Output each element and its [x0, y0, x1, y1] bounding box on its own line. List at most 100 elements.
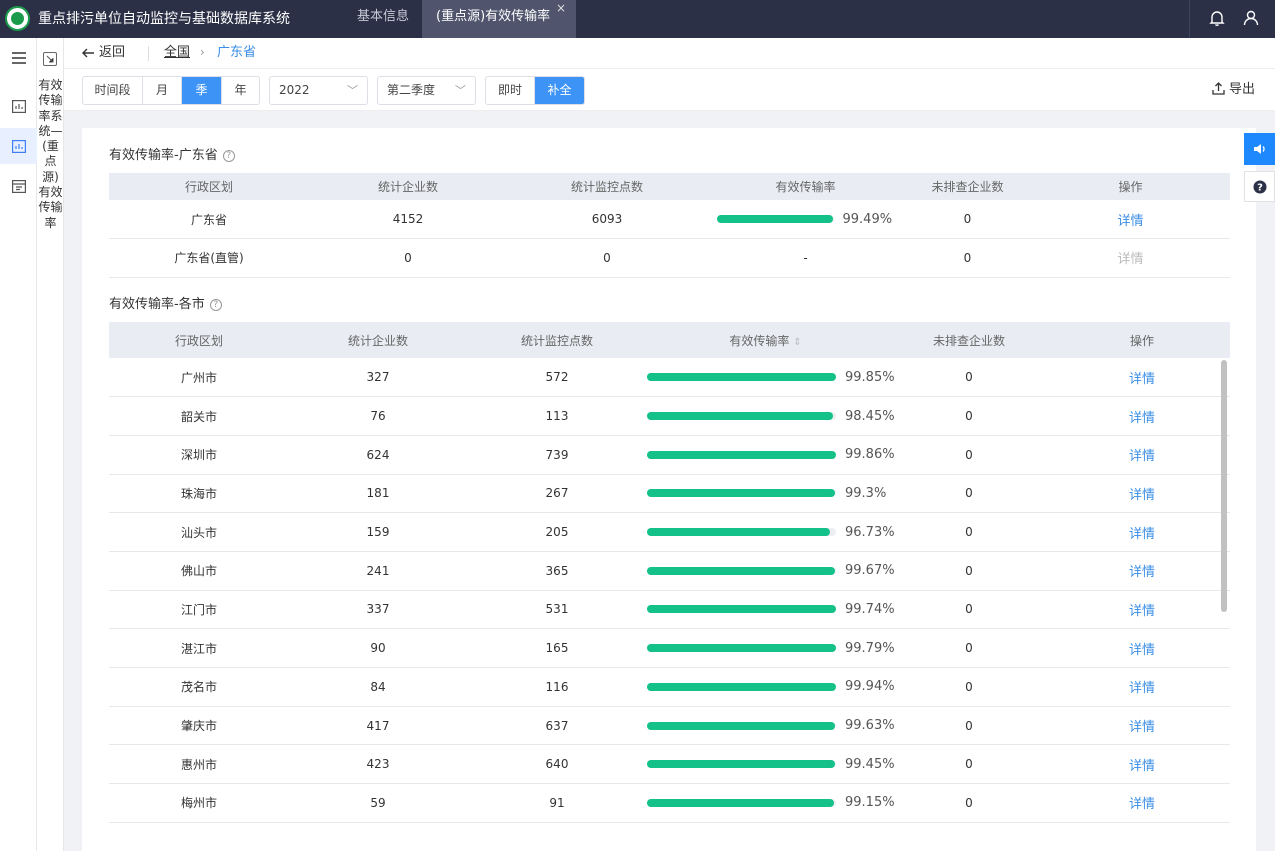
detail-link[interactable]: 详情 — [1117, 214, 1143, 229]
monitor-point-count-cell: 365 — [467, 551, 647, 591]
rate-progress-bar — [647, 605, 836, 614]
top-bar: 重点排污单位自动监控与基础数据库系统 基本信息 (重点源)有效传输率 × — [0, 0, 1275, 38]
detail-link[interactable]: 详情 — [1129, 759, 1155, 774]
period-button-range[interactable]: 时间段 — [83, 77, 143, 104]
detail-link[interactable]: 详情 — [1129, 643, 1155, 658]
action-cell: 详情 — [1054, 667, 1230, 707]
speaker-icon — [1253, 144, 1265, 154]
transmission-rate-cell: 99.63% — [647, 706, 895, 746]
province-section-title: 有效传输率-广东省? — [109, 144, 235, 163]
region-cell: 惠州市 — [109, 744, 289, 785]
close-icon[interactable]: × — [556, 0, 566, 25]
rate-progress-fill — [647, 760, 835, 769]
table-header-row: 行政区划 统计企业数 统计监控点数 有效传输率 未排查企业数 操作 — [109, 173, 1230, 200]
divider — [148, 46, 149, 61]
bell-icon[interactable] — [1208, 9, 1226, 27]
enterprise-count-cell: 84 — [289, 667, 467, 707]
unchecked-count-cell: 0 — [884, 590, 1054, 630]
action-cell: 详情 — [1054, 706, 1230, 746]
action-cell: 详情 — [1054, 358, 1230, 398]
rate-progress-bar — [647, 450, 836, 459]
table-row: 广东省(直管) 0 0-0 详情 — [109, 238, 1230, 278]
chart-icon[interactable] — [0, 88, 37, 124]
mode-button-complete[interactable]: 补全 — [535, 77, 584, 104]
enterprise-count-cell: 90 — [289, 628, 467, 668]
detail-link[interactable]: 详情 — [1129, 449, 1155, 464]
database-icon[interactable] — [0, 168, 37, 204]
transmission-rate-cell: 99.74% — [647, 590, 895, 630]
rate-progress-bar — [647, 644, 836, 653]
breadcrumb-root[interactable]: 全国 — [164, 38, 190, 67]
rate-value: 99.79% — [845, 640, 895, 656]
city-table: 行政区划 统计企业数 统计监控点数 有效传输率 ⇕ 未排查企业数 操作 广州市 3… — [109, 322, 1230, 823]
region-cell: 佛山市 — [109, 551, 289, 591]
region-cell: 湛江市 — [109, 628, 289, 668]
monitor-chart-icon[interactable] — [0, 128, 37, 164]
detail-link: 详情 — [1117, 252, 1144, 268]
rate-progress-bar — [647, 721, 836, 730]
rate-value: 99.45% — [845, 756, 895, 772]
chevron-right-icon: › — [200, 45, 205, 59]
column-header-sortable[interactable]: 有效传输率 ⇕ — [647, 322, 884, 358]
transmission-rate-cell: 99.49% — [707, 200, 904, 239]
monitor-point-count-cell: 91 — [467, 783, 647, 823]
region-cell: 珠海市 — [109, 474, 289, 514]
period-button-quarter[interactable]: 季 — [182, 77, 222, 104]
detail-link[interactable]: 详情 — [1129, 565, 1155, 580]
year-select[interactable]: 2022 ﹀ — [269, 76, 368, 105]
logo-icon — [5, 6, 30, 31]
action-cell: 详情 — [1054, 628, 1230, 668]
detail-link[interactable]: 详情 — [1129, 372, 1155, 387]
city-section-title: 有效传输率-各市? — [109, 293, 222, 312]
sort-icon[interactable]: ⇕ — [793, 337, 801, 348]
rate-value: 99.63% — [845, 718, 895, 734]
menu-icon[interactable] — [0, 40, 37, 76]
enterprise-count-cell: 417 — [289, 706, 467, 746]
help-icon[interactable]: ? — [222, 149, 235, 162]
tab-effective-transmission[interactable]: (重点源)有效传输率 × — [422, 0, 576, 38]
export-button[interactable]: 导出 — [1212, 76, 1255, 104]
detail-link[interactable]: 详情 — [1129, 527, 1155, 542]
detail-link[interactable]: 详情 — [1129, 488, 1155, 503]
rate-progress-fill — [647, 373, 836, 382]
period-button-year[interactable]: 年 — [222, 77, 259, 104]
quarter-select[interactable]: 第二季度 ﹀ — [377, 76, 476, 105]
action-cell: 详情 — [1031, 200, 1230, 239]
region-cell: 广东省(直管) — [109, 238, 309, 278]
scrollbar[interactable] — [1221, 360, 1227, 612]
rate-value: 99.86% — [845, 447, 895, 463]
tab-basic-info[interactable]: 基本信息 — [340, 0, 426, 38]
monitor-point-count-cell: 637 — [467, 706, 647, 746]
unchecked-count-cell: 0 — [884, 551, 1054, 591]
column-header: 操作 — [1031, 173, 1230, 200]
speaker-button[interactable] — [1244, 133, 1275, 165]
help-icon[interactable]: ? — [209, 298, 222, 311]
column-header: 操作 — [1054, 322, 1230, 358]
collapse-icon[interactable] — [43, 52, 57, 66]
action-cell: 详情 — [1054, 783, 1230, 823]
rate-value: 98.45% — [845, 408, 895, 424]
enterprise-count-cell: 624 — [289, 435, 467, 475]
detail-link[interactable]: 详情 — [1129, 681, 1155, 696]
quarter-value: 第二季度 — [387, 83, 436, 97]
monitor-point-count-cell: 6093 — [507, 200, 707, 239]
detail-link[interactable]: 详情 — [1129, 604, 1155, 619]
back-button[interactable]: 返回 — [82, 38, 125, 69]
detail-link[interactable]: 详情 — [1129, 411, 1155, 426]
user-icon[interactable] — [1242, 9, 1260, 27]
period-button-month[interactable]: 月 — [143, 77, 182, 104]
help-button[interactable]: ? — [1244, 171, 1275, 202]
detail-link[interactable]: 详情 — [1129, 720, 1155, 735]
mode-button-realtime[interactable]: 即时 — [486, 77, 535, 104]
rate-progress-fill — [716, 215, 833, 223]
column-header: 统计监控点数 — [467, 322, 647, 358]
transmission-rate-cell: 99.15% — [647, 783, 895, 823]
column-header: 未排查企业数 — [904, 173, 1031, 200]
region-cell: 广州市 — [109, 358, 289, 398]
breadcrumb-current: 广东省 — [217, 45, 257, 60]
detail-link[interactable]: 详情 — [1129, 797, 1155, 812]
enterprise-count-cell: 0 — [309, 238, 507, 278]
export-label: 导出 — [1229, 82, 1256, 97]
rate-progress-bar — [647, 760, 836, 769]
monitor-point-count-cell: 739 — [467, 435, 647, 475]
